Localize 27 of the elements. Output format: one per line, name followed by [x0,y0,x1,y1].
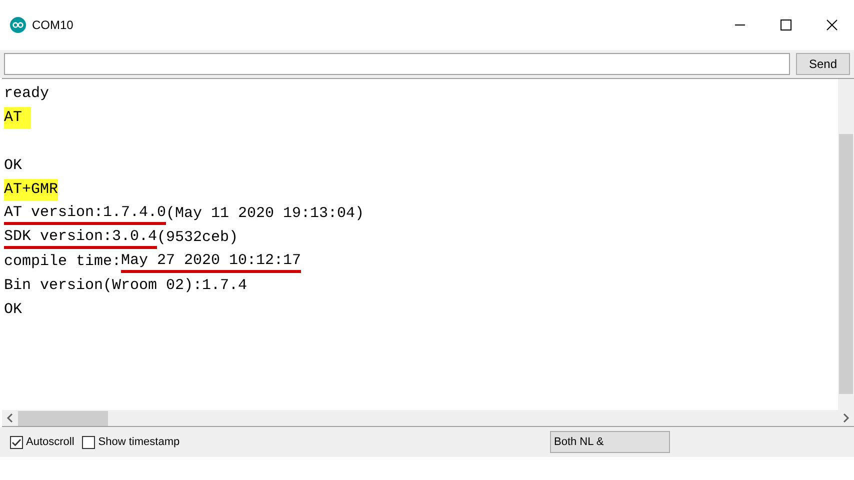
window-title: COM10 [32,17,74,34]
scrollbar-thumb[interactable] [18,410,108,426]
underlined-text: May 27 2020 10:12:17 [121,252,302,272]
output-text: ready [4,84,50,104]
highlighted-text: AT+GMR [4,178,58,202]
vertical-scrollbar[interactable] [838,79,854,410]
checkbox[interactable] [10,436,23,448]
checkbox[interactable] [82,436,96,448]
output-text: (9532ceb) [157,228,238,248]
horizontal-scrollbar[interactable] [2,410,854,427]
checkbox-label[interactable]: Autoscroll [26,434,74,450]
input-field[interactable] [4,53,790,75]
scrollbar-thumb[interactable] [839,134,853,394]
app-logo-icon [10,17,26,33]
output-text: Bin version(Wroom 02):1.7.4 [4,276,248,296]
close-icon[interactable] [826,19,838,31]
output-text: (May 11 2020 19:13:04) [166,204,364,224]
highlighted-text: AT [4,106,32,130]
underlined-text: AT version:1.7.4.0 [4,204,166,224]
underlined-text: SDK version:3.0.4 [4,228,158,248]
output-text: compile time: [4,252,122,272]
line-ending-dropdown[interactable]: Both NL & [550,431,670,453]
output-text: OK [4,156,22,176]
checkbox-label[interactable]: Show timestamp [98,434,180,450]
send-button[interactable]: Send [796,53,850,75]
maximize-icon[interactable] [780,19,792,31]
output-text: OK [4,300,22,320]
